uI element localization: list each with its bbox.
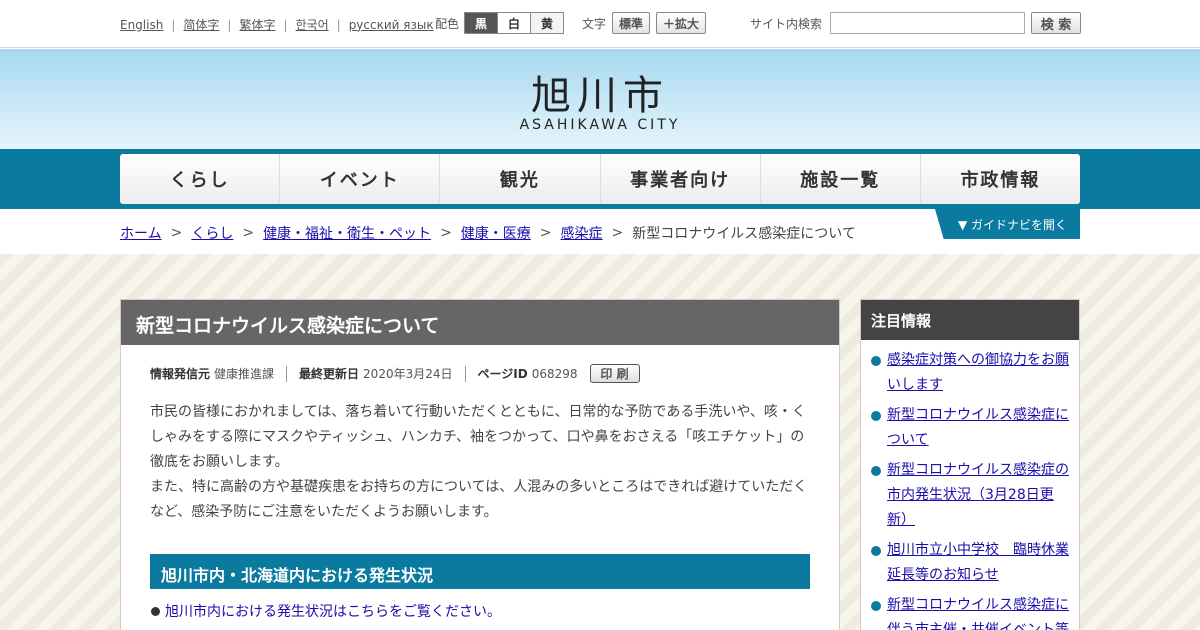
breadcrumb-link-health-medical[interactable]: 健康・医療 [461,223,531,243]
breadcrumb-link-kurashi[interactable]: くらし [191,223,233,243]
lang-link-traditional-chinese[interactable]: 繁体字 [239,16,275,33]
featured-sidebar: 注目情報 感染症対策への御協力をお願いします 新型コロナウイルス感染症について … [860,299,1080,630]
page-title: 新型コロナウイルス感染症について [121,300,839,345]
nav-item-kanko[interactable]: 観光 [440,154,601,204]
color-scheme-label: 配色 [435,16,460,31]
lang-link-simplified-chinese[interactable]: 简体字 [183,16,219,33]
guide-navi-button[interactable]: ▼ ガイドナビを開く [935,209,1080,239]
color-black-button[interactable]: 黒 [464,12,499,34]
print-button[interactable]: 印 刷 [589,364,640,383]
list-item: 旭川市立小中学校 臨時休業延長等のお知らせ [871,538,1071,588]
search-input[interactable] [830,12,1026,34]
breadcrumb-separator: > [539,225,552,241]
search-label: サイト内検索 [750,16,823,31]
featured-link[interactable]: 新型コロナウイルス感染症の市内発生状況（3月28日更新） [887,458,1071,533]
bullet-icon [871,411,881,421]
breadcrumb-separator: > [242,225,255,241]
list-item: 新型コロナウイルス感染症に伴う市主催・共催イベント等 [871,593,1071,630]
article-meta: 情報発信元 健康推進課 最終更新日 2020年3月24日 ページID 06829… [150,364,640,383]
featured-link[interactable]: 感染症対策への御協力をお願いします [887,348,1071,398]
page-id-value: 068298 [531,366,578,381]
nav-item-business[interactable]: 事業者向け [601,154,761,204]
breadcrumb-bar: ホーム > くらし > 健康・福祉・衛生・ペット > 健康・医療 > 感染症 >… [0,209,1200,254]
breadcrumb-current: 新型コロナウイルス感染症について [632,226,856,242]
color-yellow-button[interactable]: 黄 [530,12,565,34]
breadcrumb-separator: > [440,225,452,241]
global-nav: くらし イベント 観光 事業者向け 施設一覧 市政情報 [120,154,1080,204]
search-button[interactable]: 検 索 [1031,12,1082,34]
breadcrumb-link-infectious[interactable]: 感染症 [561,223,603,243]
lang-link-english[interactable]: English [120,18,163,32]
featured-link[interactable]: 旭川市立小中学校 臨時休業延長等のお知らせ [887,538,1071,588]
text-size-label: 文字 [582,16,607,31]
separator: | [283,17,288,32]
list-item: 新型コロナウイルス感染症について [871,403,1071,453]
color-white-button[interactable]: 白 [497,12,532,34]
featured-link[interactable]: 新型コロナウイルス感染症について [887,403,1071,453]
site-header: 旭川市 ASAHIKAWA CITY [0,49,1200,149]
bullet-icon [871,356,881,366]
section-heading: 旭川市内・北海道内における発生状況 [150,554,810,589]
list-item: 旭川市内における発生状況はこちらをご覧ください。 [151,601,501,621]
breadcrumb-link-health-welfare[interactable]: 健康・福祉・衛生・ペット [263,223,431,243]
breadcrumb: ホーム > くらし > 健康・福祉・衛生・ペット > 健康・医療 > 感染症 >… [120,223,856,243]
updated-label: 最終更新日 [299,367,360,381]
breadcrumb-link-home[interactable]: ホーム [120,223,162,243]
article: 新型コロナウイルス感染症について 情報発信元 健康推進課 最終更新日 2020年… [120,299,840,630]
breadcrumb-separator: > [170,225,183,241]
separator: | [336,17,341,32]
nav-item-city-info[interactable]: 市政情報 [921,154,1080,204]
global-nav-band: くらし イベント 観光 事業者向け 施設一覧 市政情報 [0,149,1200,209]
source-label: 情報発信元 [150,367,211,381]
language-links: English | 简体字 | 繁体字 | 한국어 | русский язык [120,16,434,33]
nav-item-event[interactable]: イベント [280,154,441,204]
nav-item-facilities[interactable]: 施設一覧 [761,154,921,204]
bullet-icon [871,546,881,556]
sidebar-heading: 注目情報 [861,300,1079,340]
separator: | [171,17,176,32]
lang-link-russian[interactable]: русский язык [349,18,434,32]
bullet-icon [151,606,160,616]
featured-list: 感染症対策への御協力をお願いします 新型コロナウイルス感染症について 新型コロナ… [861,340,1079,630]
color-scheme-switcher: 配色 黒 白 黄 [435,12,565,34]
bullet-icon [871,601,881,611]
meta-divider [464,365,466,382]
source-value: 健康推進課 [214,367,275,381]
text-enlarge-button[interactable]: ＋拡大 [656,12,707,34]
list-item: 新型コロナウイルス感染症の市内発生状況（3月28日更新） [871,458,1071,533]
lang-link-korean[interactable]: 한국어 [296,16,329,33]
nav-item-kurashi[interactable]: くらし [120,154,281,204]
article-paragraph: また、特に高齢の方や基礎疾患をお持ちの方については、人混みの多いところはできれば… [150,479,808,520]
article-body: 市民の皆様におかれましては、落ち着いて行動いただくとともに、日常的な予防である手… [150,400,812,525]
article-paragraph: 市民の皆様におかれましては、落ち着いて行動いただくとともに、日常的な予防である手… [150,404,806,470]
outbreak-status-link[interactable]: 旭川市内における発生状況はこちらをご覧ください。 [165,601,501,621]
featured-link[interactable]: 新型コロナウイルス感染症に伴う市主催・共催イベント等 [887,593,1071,630]
site-search: サイト内検索 検 索 [750,12,1082,34]
meta-divider [286,365,288,382]
site-logo[interactable]: 旭川市 [0,63,1200,121]
list-item: 感染症対策への御協力をお願いします [871,348,1071,398]
page-id-label: ページID [477,367,528,381]
utility-bar: English | 简体字 | 繁体字 | 한국어 | русский язык… [0,0,1200,48]
text-standard-button[interactable]: 標準 [612,12,651,34]
bullet-icon [871,466,881,476]
breadcrumb-separator: > [611,225,624,241]
updated-value: 2020年3月24日 [363,367,453,381]
text-size-switcher: 文字 標準 ＋拡大 [582,12,712,34]
site-logo-english: ASAHIKAWA CITY [519,117,681,133]
separator: | [227,17,232,32]
